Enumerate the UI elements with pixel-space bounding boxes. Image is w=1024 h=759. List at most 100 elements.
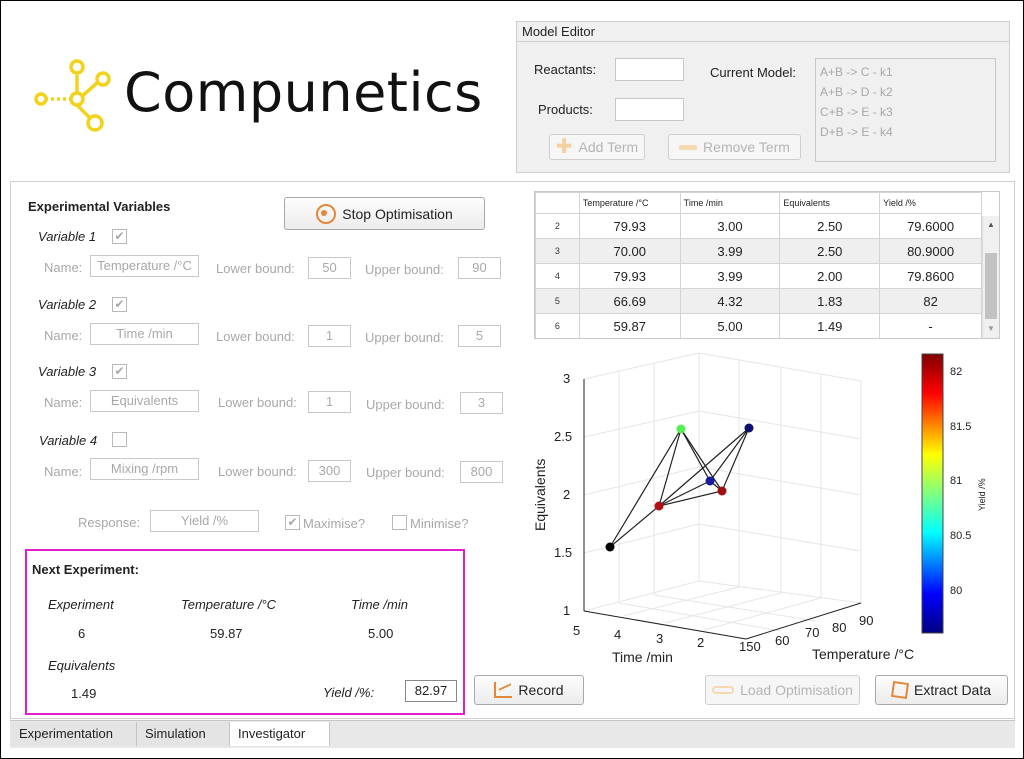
table-cell[interactable]: 4.32 (679, 288, 781, 314)
variable-4-upper-label: Upper bound: (366, 465, 445, 480)
table-cell[interactable]: 1.83 (779, 288, 881, 314)
table-cell[interactable]: 66.69 (578, 288, 681, 314)
variable-2-lower-label: Lower bound: (216, 329, 295, 344)
variable-4-checkbox[interactable] (112, 432, 127, 447)
table-scrollbar[interactable]: ▲ ▼ (982, 216, 999, 338)
maximise-checkbox[interactable]: ✔ (285, 515, 300, 530)
extract-data-label: Extract Data (913, 682, 992, 698)
row-number: 3 (535, 238, 580, 264)
variable-4-lower-field[interactable]: 300 (308, 460, 351, 482)
table-cell[interactable]: 79.8600 (879, 263, 982, 289)
scroll-up-icon[interactable]: ▲ (987, 220, 995, 229)
variable-4-name-field[interactable]: Mixing /rpm (90, 458, 199, 480)
scrollbar-thumb[interactable] (985, 253, 997, 319)
table-row[interactable]: 2 79.93 3.00 2.50 79.6000 (535, 213, 982, 239)
variable-3-name-label: Name: (44, 395, 83, 410)
table-cell[interactable]: 70.00 (578, 238, 681, 264)
variable-2-checkbox[interactable]: ✔ (112, 297, 127, 312)
table-cell[interactable]: 1.49 (779, 313, 881, 338)
current-model-label: Current Model: (710, 65, 796, 80)
model-term: A+B -> D - k2 (820, 85, 893, 99)
table-cell[interactable]: 5.00 (679, 313, 781, 338)
stop-optimisation-button[interactable]: Stop Optimisation (284, 197, 485, 230)
y-axis-label: Temperature /°C (812, 646, 914, 662)
table-cell[interactable]: 79.6000 (879, 213, 982, 239)
minimise-label: Minimise? (410, 516, 469, 531)
current-model-list: A+B -> C - k1 A+B -> D - k2 C+B -> E - k… (815, 58, 996, 162)
remove-term-button[interactable]: Remove Term (668, 134, 801, 160)
data-point (676, 424, 686, 434)
z-tick: 1 (563, 603, 570, 618)
response-field[interactable]: Yield /% (150, 510, 259, 532)
results-table-container: Temperature /°C Time /min Equivalents Yi… (534, 191, 1000, 339)
table-cell[interactable]: 2.50 (779, 213, 881, 239)
variable-3-checkbox[interactable]: ✔ (112, 364, 127, 379)
variable-3-upper-field[interactable]: 3 (460, 392, 503, 414)
variable-2-upper-label: Upper bound: (365, 330, 444, 345)
data-point (717, 486, 727, 496)
minimise-checkbox[interactable] (392, 515, 407, 530)
time-tick: 4 (614, 627, 621, 642)
table-cell[interactable]: 82 (879, 288, 982, 314)
table-header-cell[interactable]: Equivalents (779, 192, 881, 214)
variable-2-lower-field[interactable]: 1 (308, 325, 351, 347)
variable-2-name-field[interactable]: Time /min (90, 323, 199, 345)
temp-tick: 80 (832, 620, 846, 635)
table-cell[interactable]: - (879, 313, 982, 338)
table-cell[interactable]: 79.93 (578, 213, 681, 239)
variable-1-lower-label: Lower bound: (216, 261, 295, 276)
maximise-label: Maximise? (303, 516, 366, 531)
table-cell[interactable]: 79.93 (578, 263, 681, 289)
tab-investigator[interactable]: Investigator (230, 722, 330, 746)
temp-tick: 90 (859, 613, 873, 628)
yield-input[interactable]: 82.97 (405, 680, 457, 702)
variable-1-checkbox[interactable]: ✔ (112, 229, 127, 244)
reactants-input[interactable] (615, 58, 684, 81)
table-row[interactable]: 6 59.87 5.00 1.49 - (535, 313, 982, 338)
table-header-cell[interactable]: Temperature /°C (578, 192, 681, 214)
temp-tick: 150 (739, 639, 761, 654)
tab-experimentation[interactable]: Experimentation (11, 722, 137, 746)
equivalents-value: 1.49 (71, 686, 97, 701)
table-row[interactable]: 5 66.69 4.32 1.83 82 (535, 288, 982, 314)
products-input[interactable] (615, 98, 684, 121)
reactants-label: Reactants: (534, 62, 597, 77)
table-cell[interactable]: 80.9000 (879, 238, 982, 264)
table-header-cell[interactable]: Time /min (679, 192, 781, 214)
variable-1-name-field[interactable]: Temperature /°C (90, 255, 199, 277)
variable-3-name-field[interactable]: Equivalents (90, 390, 199, 412)
table-cell[interactable]: 2.00 (779, 263, 881, 289)
variable-3-lower-field[interactable]: 1 (308, 391, 351, 413)
table-cell[interactable]: 3.99 (679, 238, 781, 264)
variable-2-label: Variable 2 (38, 297, 97, 312)
experimental-variables-title: Experimental Variables (28, 199, 171, 214)
variable-4-upper-field[interactable]: 800 (460, 461, 503, 483)
table-row[interactable]: 3 70.00 3.99 2.50 80.9000 (535, 238, 982, 264)
table-row[interactable]: 4 79.93 3.99 2.00 79.8600 (535, 263, 982, 289)
z-tick: 2.5 (554, 429, 572, 444)
variable-1-upper-field[interactable]: 90 (458, 257, 501, 279)
extract-data-button[interactable]: Extract Data (875, 675, 1008, 705)
z-tick: 1.5 (554, 545, 572, 560)
scroll-down-icon[interactable]: ▼ (987, 324, 995, 333)
table-header-cell[interactable]: Yield /% (879, 192, 982, 214)
table-cell[interactable]: 3.99 (679, 263, 781, 289)
variable-4-name-label: Name: (44, 464, 83, 479)
record-button[interactable]: Record (474, 675, 584, 705)
data-point (605, 542, 615, 552)
add-term-button[interactable]: ✚ Add Term (549, 134, 645, 160)
table-cell[interactable]: 2.50 (779, 238, 881, 264)
colorbar-tick: 81.5 (950, 421, 971, 433)
time-tick: 3 (656, 631, 663, 646)
variable-2-upper-field[interactable]: 5 (458, 325, 501, 347)
tab-simulation[interactable]: Simulation (137, 722, 230, 746)
variable-1-label: Variable 1 (38, 229, 97, 244)
row-number: 6 (535, 313, 580, 338)
table-cell[interactable]: 3.00 (679, 213, 781, 239)
products-label: Products: (538, 102, 593, 117)
z-tick: 2 (563, 487, 570, 502)
table-cell[interactable]: 59.87 (578, 313, 681, 338)
load-optimisation-button[interactable]: Load Optimisation (705, 675, 860, 705)
variable-1-lower-field[interactable]: 50 (308, 257, 351, 279)
optimisation-icon (316, 203, 337, 224)
